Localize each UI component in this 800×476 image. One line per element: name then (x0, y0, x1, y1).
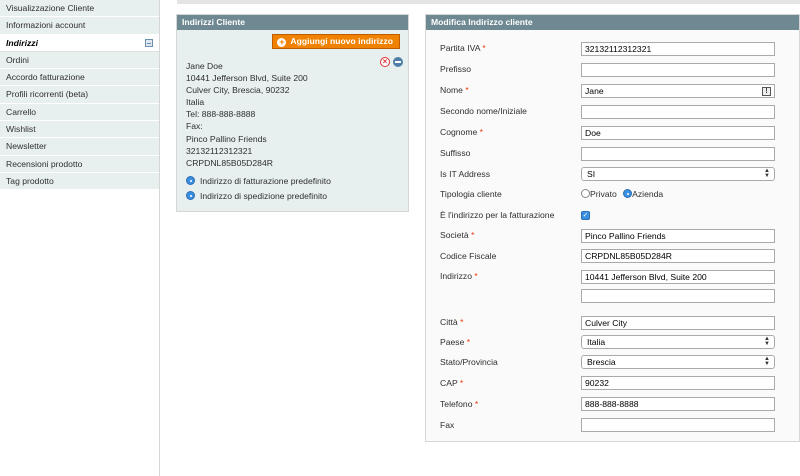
select-arrows-icon: ▲ ▼ (764, 356, 770, 367)
company-label: Società * (440, 230, 475, 240)
address-name: Jane Doe (186, 61, 223, 71)
firstname-value: Jane (585, 86, 604, 96)
radio-private[interactable] (581, 189, 590, 198)
select-arrows-icon: ▲ ▼ (764, 336, 770, 347)
sidebar-item-newsletter[interactable]: Newsletter (0, 138, 159, 156)
document-icon (145, 38, 153, 47)
address-vat: 32132112312321 (186, 145, 253, 156)
address-tax-code: CRPDNL85B05D284R (186, 157, 273, 168)
radio-company-label: Azienda (632, 189, 664, 199)
region-value: Brescia (587, 357, 616, 367)
address-country: Italia (186, 97, 205, 108)
sidebar-item-label: Indirizzi (6, 37, 38, 48)
sidebar-item-recurring-profiles[interactable]: Profili ricorrenti (beta) (0, 86, 159, 104)
city-label: Città * (440, 317, 464, 327)
default-billing-label: Indirizzo di fatturazione predefinito (200, 176, 331, 186)
billing-address-checkbox[interactable]: ✓ (581, 211, 590, 220)
middlename-label: Secondo nome/Iniziale (440, 106, 527, 116)
edit-address-panel: Modifica Indirizzo cliente Partita IVA *… (425, 14, 800, 442)
default-shipping-label: Indirizzo di spedizione predefinito (200, 191, 328, 201)
address-telephone: Tel: 888-888-8888 (186, 109, 256, 120)
street-input-1[interactable]: 10441 Jefferson Blvd, Suite 200 (581, 270, 775, 284)
city-input[interactable]: Culver City (581, 316, 775, 330)
exclamation-icon: ! (762, 86, 771, 96)
billing-address-label: È l'indirizzo per la fatturazione (440, 210, 555, 220)
sidebar-item-cart[interactable]: Carrello (0, 103, 159, 122)
sidebar-item-orders[interactable]: Ordini (0, 51, 159, 70)
edit-address-icon[interactable] (393, 57, 403, 67)
tax-code-input[interactable]: CRPDNL85B05D284R (581, 249, 775, 263)
telephone-label: Telefono * (440, 399, 479, 409)
telephone-input[interactable]: 888-888-8888 (581, 397, 775, 411)
radio-selected-icon (186, 191, 195, 200)
customer-tabs-sidebar: Visualizzazione Cliente Informazioni acc… (0, 0, 160, 476)
address-street: 10441 Jefferson Blvd, Suite 200 (186, 73, 308, 84)
firstname-label: Nome * (440, 85, 469, 95)
radio-selected-icon (186, 176, 195, 185)
is-it-address-select[interactable]: SI ▲ ▼ (581, 167, 775, 181)
edit-address-header: Modifica Indirizzo cliente (426, 15, 799, 30)
country-select[interactable]: Italia ▲ ▼ (581, 335, 775, 349)
customer-type-label: Tipologia cliente (440, 189, 502, 199)
firstname-input[interactable]: Jane ! (581, 84, 775, 98)
fax-label: Fax (440, 420, 455, 430)
prefix-label: Prefisso (440, 64, 472, 74)
customer-type-radios: Privato Azienda (581, 187, 663, 201)
is-it-address-label: Is IT Address (440, 169, 490, 179)
sidebar-item-product-reviews[interactable]: Recensioni prodotto (0, 155, 159, 173)
default-billing-indicator: Indirizzo di fatturazione predefinito (186, 176, 331, 186)
suffix-label: Suffisso (440, 148, 471, 158)
postcode-label: CAP * (440, 378, 464, 388)
country-value: Italia (587, 337, 606, 347)
sidebar-item-customer-view[interactable]: Visualizzazione Cliente (0, 0, 159, 18)
sidebar-item-wishlist[interactable]: Wishlist (0, 121, 159, 139)
suffix-input[interactable] (581, 147, 775, 161)
default-shipping-indicator: Indirizzo di spedizione predefinito (186, 191, 327, 201)
fax-input[interactable] (581, 418, 775, 432)
vat-label: Partita IVA * (440, 43, 486, 53)
customer-addresses-panel: Indirizzi Cliente + Aggiungi nuovo indiri… (176, 14, 409, 212)
vat-input[interactable]: 32132112312321 (581, 42, 775, 56)
lastname-label: Cognome * (440, 127, 484, 137)
prefix-input[interactable] (581, 63, 775, 77)
radio-private-label: Privato (590, 189, 617, 199)
sidebar-item-billing-agreement[interactable]: Accordo fatturazione (0, 69, 159, 87)
select-arrows-icon: ▲ ▼ (764, 168, 770, 179)
address-company: Pinco Pallino Friends (186, 133, 267, 144)
add-new-address-label: Aggiungi nuovo indirizzo (290, 36, 393, 46)
middlename-input[interactable] (581, 105, 775, 119)
street-input-2[interactable] (581, 289, 775, 303)
tax-code-label: Codice Fiscale (440, 251, 497, 261)
company-input[interactable]: Pinco Pallino Friends (581, 229, 775, 243)
country-label: Paese * (440, 337, 471, 347)
region-select[interactable]: Brescia ▲ ▼ (581, 355, 775, 369)
sidebar-item-addresses[interactable]: Indirizzi (0, 34, 159, 52)
address-city-line: Culver City, Brescia, 90232 (186, 85, 290, 96)
address-card[interactable]: Jane Doe 10441 Jefferson Blvd, Suite 200… (186, 60, 308, 169)
radio-company[interactable] (623, 189, 633, 198)
postcode-input[interactable]: 90232 (581, 376, 775, 390)
addresses-panel-header: Indirizzi Cliente (177, 15, 408, 30)
top-divider (177, 0, 800, 4)
street-label: Indirizzo * (440, 271, 478, 281)
lastname-input[interactable]: Doe (581, 126, 775, 140)
address-fax: Fax: (186, 121, 203, 132)
is-it-address-value: SI (587, 169, 596, 179)
sidebar-item-product-tags[interactable]: Tag prodotto (0, 172, 159, 191)
delete-address-icon[interactable]: × (380, 57, 390, 67)
add-new-address-button[interactable]: + Aggiungi nuovo indirizzo (272, 34, 400, 49)
region-label: Stato/Provincia (440, 357, 498, 367)
plus-icon: + (277, 37, 287, 47)
sidebar-item-account-info[interactable]: Informazioni account (0, 17, 159, 35)
